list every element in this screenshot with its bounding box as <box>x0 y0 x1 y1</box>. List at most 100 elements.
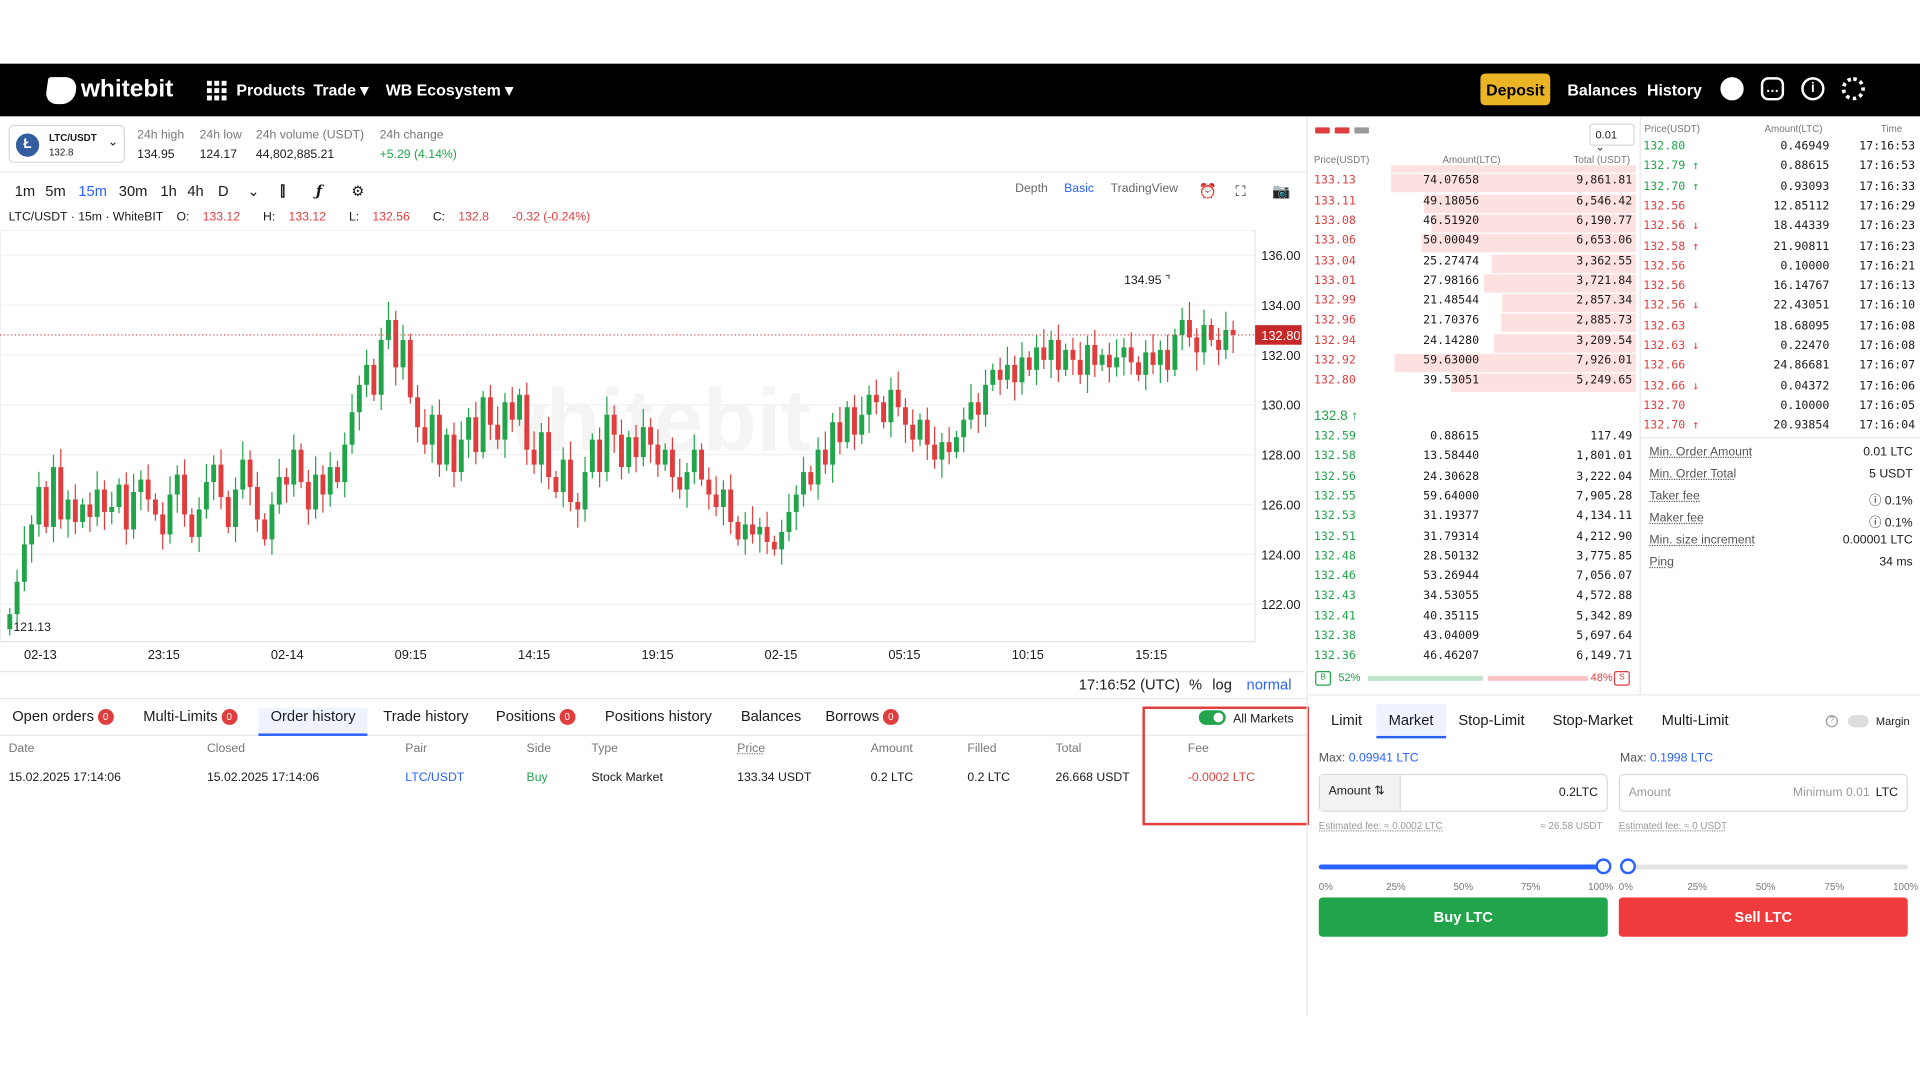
ask-row[interactable]: 132.96 21.70376 2,885.73 <box>1314 313 1636 334</box>
bid-row[interactable]: 132.51 31.79314 4,212.90 <box>1314 530 1632 550</box>
ask-row[interactable]: 133.01 27.98166 3,721.84 <box>1314 274 1636 294</box>
col-price[interactable]: Price <box>737 742 765 755</box>
tab-positions[interactable]: Positions 0 <box>496 708 576 725</box>
deposit-button[interactable]: Deposit <box>1480 73 1551 106</box>
nav-wb-ecosystem[interactable]: WB Ecosystem ▾ <box>386 81 513 101</box>
alarm-icon[interactable]: ⏰ <box>1199 182 1217 199</box>
nav-products[interactable]: Products <box>236 81 305 99</box>
timeframe-4h[interactable]: 4h <box>187 182 203 199</box>
tab-stop-limit[interactable]: Stop-Limit <box>1458 711 1524 728</box>
slider-percent-label[interactable]: 100% <box>1893 882 1918 893</box>
bid-row[interactable]: 132.36 46.46207 6,149.71 <box>1314 649 1632 666</box>
tab-balances[interactable]: Balances <box>741 708 801 725</box>
chat-icon[interactable]: … <box>1760 77 1785 101</box>
bid-row[interactable]: 132.55 59.64000 7,905.28 <box>1314 490 1632 510</box>
tab-limit[interactable]: Limit <box>1331 711 1362 728</box>
info-icon[interactable]: i <box>1801 77 1825 101</box>
nav-balances[interactable]: Balances <box>1567 81 1637 99</box>
tab-trade-history[interactable]: Trade history <box>383 708 468 725</box>
tab-open-orders[interactable]: Open orders 0 <box>12 708 114 725</box>
timeframe-d[interactable]: D <box>218 182 229 199</box>
user-icon[interactable] <box>1720 77 1744 101</box>
log-scale-toggle[interactable]: log <box>1212 676 1232 693</box>
slider-percent-label[interactable]: 25% <box>1386 882 1406 893</box>
chart-settings-icon[interactable]: ⚙ <box>351 182 364 199</box>
bid-row[interactable]: 132.53 31.19377 4,134.11 <box>1314 510 1632 530</box>
ask-row[interactable]: 132.94 24.14280 3,209.54 <box>1314 333 1636 354</box>
bid-row[interactable]: 132.59 0.88615 117.49 <box>1314 430 1632 450</box>
sell-amount-placeholder[interactable]: Amount <box>1629 786 1671 799</box>
timeframe-1m[interactable]: 1m <box>15 182 35 199</box>
ask-row[interactable]: 133.06 50.00049 6,653.06 <box>1314 234 1636 254</box>
buy-slider-handle[interactable] <box>1595 858 1612 875</box>
buy-amount-value[interactable]: 0.2 <box>1559 786 1576 799</box>
slider-percent-label[interactable]: 0% <box>1319 882 1333 893</box>
bid-row[interactable]: 132.38 43.04009 5,697.64 <box>1314 629 1632 649</box>
ask-row[interactable]: 133.11 49.18056 6,546.42 <box>1314 194 1636 214</box>
cell-pair-link[interactable]: LTC/USDT <box>405 771 464 784</box>
price-chart[interactable]: whitebit 134.95 ⌝121.13 136.00134.00132.… <box>0 230 1305 673</box>
bid-row[interactable]: 132.48 28.50132 3,775.85 <box>1314 550 1632 570</box>
whitebit-logo[interactable]: whitebit <box>44 76 173 104</box>
book-view-bids-icon[interactable] <box>1354 127 1369 134</box>
view-tradingview[interactable]: TradingView <box>1111 182 1178 195</box>
slider-percent-label[interactable]: 0% <box>1619 882 1633 893</box>
slider-percent-label[interactable]: 50% <box>1453 882 1473 893</box>
info-key[interactable]: Min. Order Total <box>1649 468 1736 481</box>
tab-multi-limit[interactable]: Multi-Limit <box>1662 711 1729 728</box>
apps-grid-icon[interactable] <box>206 80 227 101</box>
ask-row[interactable]: 133.04 25.27474 3,362.55 <box>1314 254 1636 274</box>
bid-row[interactable]: 132.46 53.26944 7,056.07 <box>1314 570 1632 590</box>
tab-positions-history[interactable]: Positions history <box>605 708 712 725</box>
tab-borrows[interactable]: Borrows 0 <box>825 708 899 725</box>
chevron-down-icon[interactable]: ⌄ <box>247 182 259 199</box>
view-basic[interactable]: Basic <box>1064 182 1094 195</box>
indicators-icon[interactable]: ƒ <box>316 182 322 199</box>
info-key[interactable]: Ping <box>1649 556 1674 569</box>
bid-row[interactable]: 132.56 24.30628 3,222.04 <box>1314 470 1632 490</box>
settings-gear-icon[interactable] <box>1841 77 1865 101</box>
ask-row[interactable]: 132.99 21.48544 2,857.34 <box>1314 293 1636 314</box>
slider-percent-label[interactable]: 100% <box>1588 882 1613 893</box>
tab-stop-market[interactable]: Stop-Market <box>1553 711 1633 728</box>
sell-slider[interactable] <box>1627 864 1908 870</box>
tab-market[interactable]: Market <box>1376 704 1446 739</box>
view-depth[interactable]: Depth <box>1015 182 1048 195</box>
info-key[interactable]: Taker fee <box>1649 490 1699 503</box>
slider-percent-label[interactable]: 50% <box>1756 882 1776 893</box>
slider-percent-label[interactable]: 25% <box>1687 882 1707 893</box>
camera-icon[interactable]: 📷 <box>1272 182 1290 199</box>
fullscreen-icon[interactable]: ⛶ <box>1236 182 1246 200</box>
ask-row[interactable]: 133.13 74.07658 9,861.81 <box>1314 174 1636 194</box>
price-step-select[interactable]: 0.01 ⌄ <box>1589 123 1635 153</box>
candles-icon[interactable]: ⫿ <box>280 182 285 200</box>
nav-trade[interactable]: Trade ▾ <box>313 81 368 101</box>
amount-type-select[interactable]: Amount ⇅ <box>1320 775 1401 811</box>
slider-percent-label[interactable]: 75% <box>1521 882 1541 893</box>
book-view-asks-icon[interactable] <box>1334 127 1350 134</box>
margin-toggle[interactable] <box>1847 715 1869 728</box>
sell-amount-field[interactable]: Amount Minimum 0.01 LTC <box>1618 773 1908 812</box>
percent-scale-toggle[interactable]: % <box>1189 676 1202 693</box>
slider-percent-label[interactable]: 75% <box>1825 882 1845 893</box>
timeframe-5m[interactable]: 5m <box>45 182 65 199</box>
pair-selector[interactable]: Ł LTC/USDT 132.8 ⌄ <box>8 124 125 163</box>
bid-row[interactable]: 132.41 40.35115 5,342.89 <box>1314 609 1632 629</box>
info-key[interactable]: Min. size increment <box>1649 534 1754 547</box>
normal-scale-toggle[interactable]: normal <box>1247 676 1292 693</box>
timeframe-30m[interactable]: 30m <box>119 182 148 199</box>
info-key[interactable]: Min. Order Amount <box>1649 446 1752 459</box>
info-key[interactable]: Maker fee <box>1649 512 1703 525</box>
ask-row[interactable]: 133.08 46.51920 6,190.77 <box>1314 214 1636 234</box>
buy-amount-field[interactable]: Amount ⇅ 0.2 LTC <box>1318 773 1608 812</box>
book-view-both-icon[interactable] <box>1315 127 1330 134</box>
sell-slider-handle[interactable] <box>1620 858 1636 875</box>
bid-row[interactable]: 132.58 13.58440 1,801.01 <box>1314 450 1632 470</box>
timeframe-1h[interactable]: 1h <box>160 182 176 199</box>
ask-row[interactable]: 132.92 59.63000 7,926.01 <box>1314 353 1636 374</box>
sell-ltc-button[interactable]: Sell LTC <box>1618 897 1908 937</box>
buy-ltc-button[interactable]: Buy LTC <box>1318 897 1608 937</box>
tab-order-history[interactable]: Order history <box>258 707 368 736</box>
timeframe-15m[interactable]: 15m <box>78 182 107 199</box>
help-icon[interactable]: ? <box>1825 715 1838 728</box>
